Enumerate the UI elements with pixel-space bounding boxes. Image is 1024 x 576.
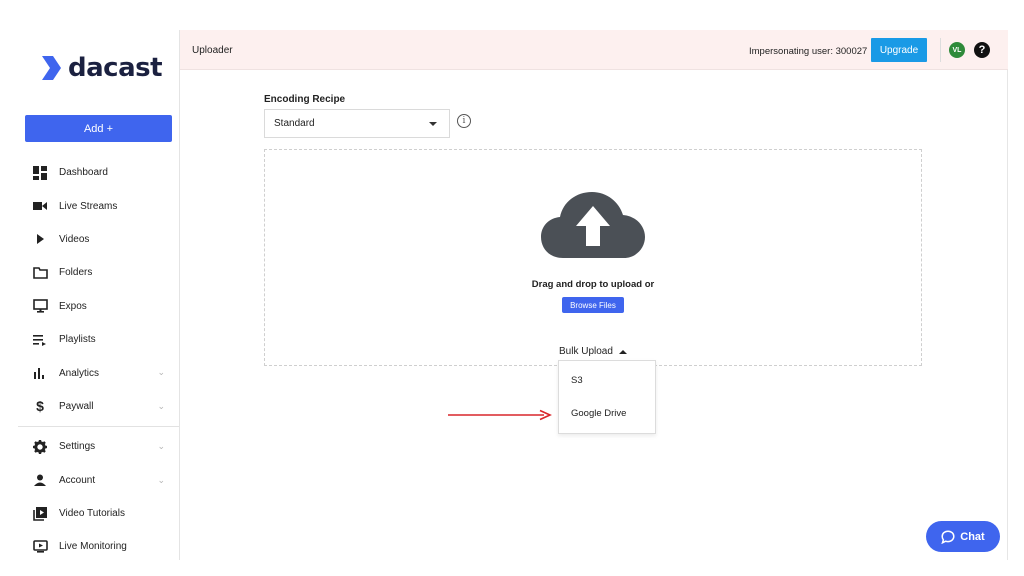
playlist-icon bbox=[32, 332, 48, 348]
sidebar: dacast Add + Dashboard Live Streams Vide… bbox=[18, 30, 180, 560]
chevron-down-icon[interactable]: ⌄ bbox=[157, 441, 165, 452]
page-title: Uploader bbox=[192, 45, 233, 56]
app-window: dacast Add + Dashboard Live Streams Vide… bbox=[18, 30, 1008, 560]
main-content: Encoding Recipe Standard i Drag and drop… bbox=[181, 71, 1008, 560]
sidebar-item-analytics[interactable]: Analytics ⌄ bbox=[18, 356, 179, 389]
sidebar-item-label: Folders bbox=[59, 267, 93, 279]
dashboard-icon bbox=[32, 165, 48, 181]
sidebar-item-paywall[interactable]: $ Paywall ⌄ bbox=[18, 390, 179, 423]
play-icon bbox=[32, 231, 48, 247]
sidebar-item-video-tutorials[interactable]: Video Tutorials bbox=[18, 497, 179, 530]
add-button[interactable]: Add + bbox=[25, 115, 172, 142]
menu-item-google-drive[interactable]: Google Drive bbox=[559, 397, 655, 430]
logo[interactable]: dacast bbox=[40, 48, 163, 88]
folder-icon bbox=[32, 265, 48, 281]
bar-chart-icon bbox=[32, 365, 48, 381]
chat-bubble-icon bbox=[941, 529, 955, 544]
dacast-logo-icon bbox=[42, 56, 61, 80]
logo-text: dacast bbox=[68, 53, 163, 83]
bulk-upload-label: Bulk Upload bbox=[559, 346, 613, 357]
sidebar-item-label: Expos bbox=[59, 300, 87, 312]
upgrade-button[interactable]: Upgrade bbox=[871, 38, 927, 62]
sidebar-item-playlists[interactable]: Playlists bbox=[18, 323, 179, 356]
top-bar: Uploader Impersonating user: 300027 Upgr… bbox=[180, 30, 1008, 70]
chevron-down-icon[interactable]: ⌄ bbox=[157, 401, 165, 412]
sidebar-divider bbox=[18, 426, 179, 428]
chat-button[interactable]: Chat bbox=[926, 521, 1000, 552]
topbar-divider bbox=[940, 38, 941, 62]
browse-files-button[interactable]: Browse Files bbox=[562, 297, 624, 313]
dollar-icon: $ bbox=[36, 398, 44, 415]
bulk-upload-toggle[interactable]: Bulk Upload bbox=[559, 346, 627, 357]
info-icon[interactable]: i bbox=[457, 114, 471, 128]
caret-down-icon bbox=[429, 122, 437, 126]
impersonation-status: Impersonating user: 300027 bbox=[749, 46, 868, 57]
sidebar-item-label: Paywall bbox=[59, 400, 94, 412]
bulk-upload-menu: S3 Google Drive bbox=[558, 360, 656, 434]
encoding-recipe-label: Encoding Recipe bbox=[264, 94, 346, 105]
annotation-arrow-icon bbox=[448, 409, 552, 421]
sidebar-item-videos[interactable]: Videos bbox=[18, 223, 179, 256]
video-camera-icon bbox=[32, 198, 48, 214]
menu-item-s3[interactable]: S3 bbox=[559, 364, 655, 397]
sidebar-item-account[interactable]: Account ⌄ bbox=[18, 464, 179, 497]
sidebar-item-label: Settings bbox=[59, 441, 96, 453]
sidebar-item-dashboard[interactable]: Dashboard bbox=[18, 156, 179, 189]
sidebar-item-label: Account bbox=[59, 474, 96, 486]
sidebar-nav: Dashboard Live Streams Videos Folders Ex… bbox=[18, 156, 179, 564]
chevron-down-icon[interactable]: ⌄ bbox=[157, 475, 165, 486]
chat-label: Chat bbox=[960, 530, 985, 543]
help-icon[interactable]: ? bbox=[974, 42, 990, 58]
encoding-recipe-value: Standard bbox=[274, 118, 315, 129]
user-icon bbox=[32, 472, 48, 488]
cloud-upload-icon bbox=[541, 192, 645, 258]
drag-drop-text: Drag and drop to upload or bbox=[531, 279, 655, 290]
sidebar-item-settings[interactable]: Settings ⌄ bbox=[18, 430, 179, 463]
live-monitor-icon bbox=[32, 539, 48, 555]
sidebar-item-label: Dashboard bbox=[59, 167, 108, 179]
chevron-down-icon[interactable]: ⌄ bbox=[157, 367, 165, 378]
upload-dropzone[interactable]: Drag and drop to upload or Browse Files … bbox=[264, 149, 922, 366]
sidebar-item-live-monitoring[interactable]: Live Monitoring bbox=[18, 530, 179, 563]
monitor-icon bbox=[32, 298, 48, 314]
sidebar-item-label: Playlists bbox=[59, 334, 96, 346]
sidebar-item-folders[interactable]: Folders bbox=[18, 256, 179, 289]
avatar[interactable]: VL bbox=[949, 42, 965, 58]
sidebar-item-label: Video Tutorials bbox=[59, 508, 125, 520]
encoding-recipe-select[interactable]: Standard bbox=[264, 109, 450, 138]
video-library-icon bbox=[32, 506, 48, 522]
sidebar-item-label: Videos bbox=[59, 233, 90, 245]
sidebar-item-expos[interactable]: Expos bbox=[18, 290, 179, 323]
sidebar-item-label: Analytics bbox=[59, 367, 100, 379]
caret-up-icon bbox=[618, 349, 627, 354]
sidebar-item-live-streams[interactable]: Live Streams bbox=[18, 189, 179, 222]
gear-icon bbox=[32, 439, 48, 455]
sidebar-item-label: Live Monitoring bbox=[59, 541, 127, 553]
sidebar-item-label: Live Streams bbox=[59, 200, 118, 212]
